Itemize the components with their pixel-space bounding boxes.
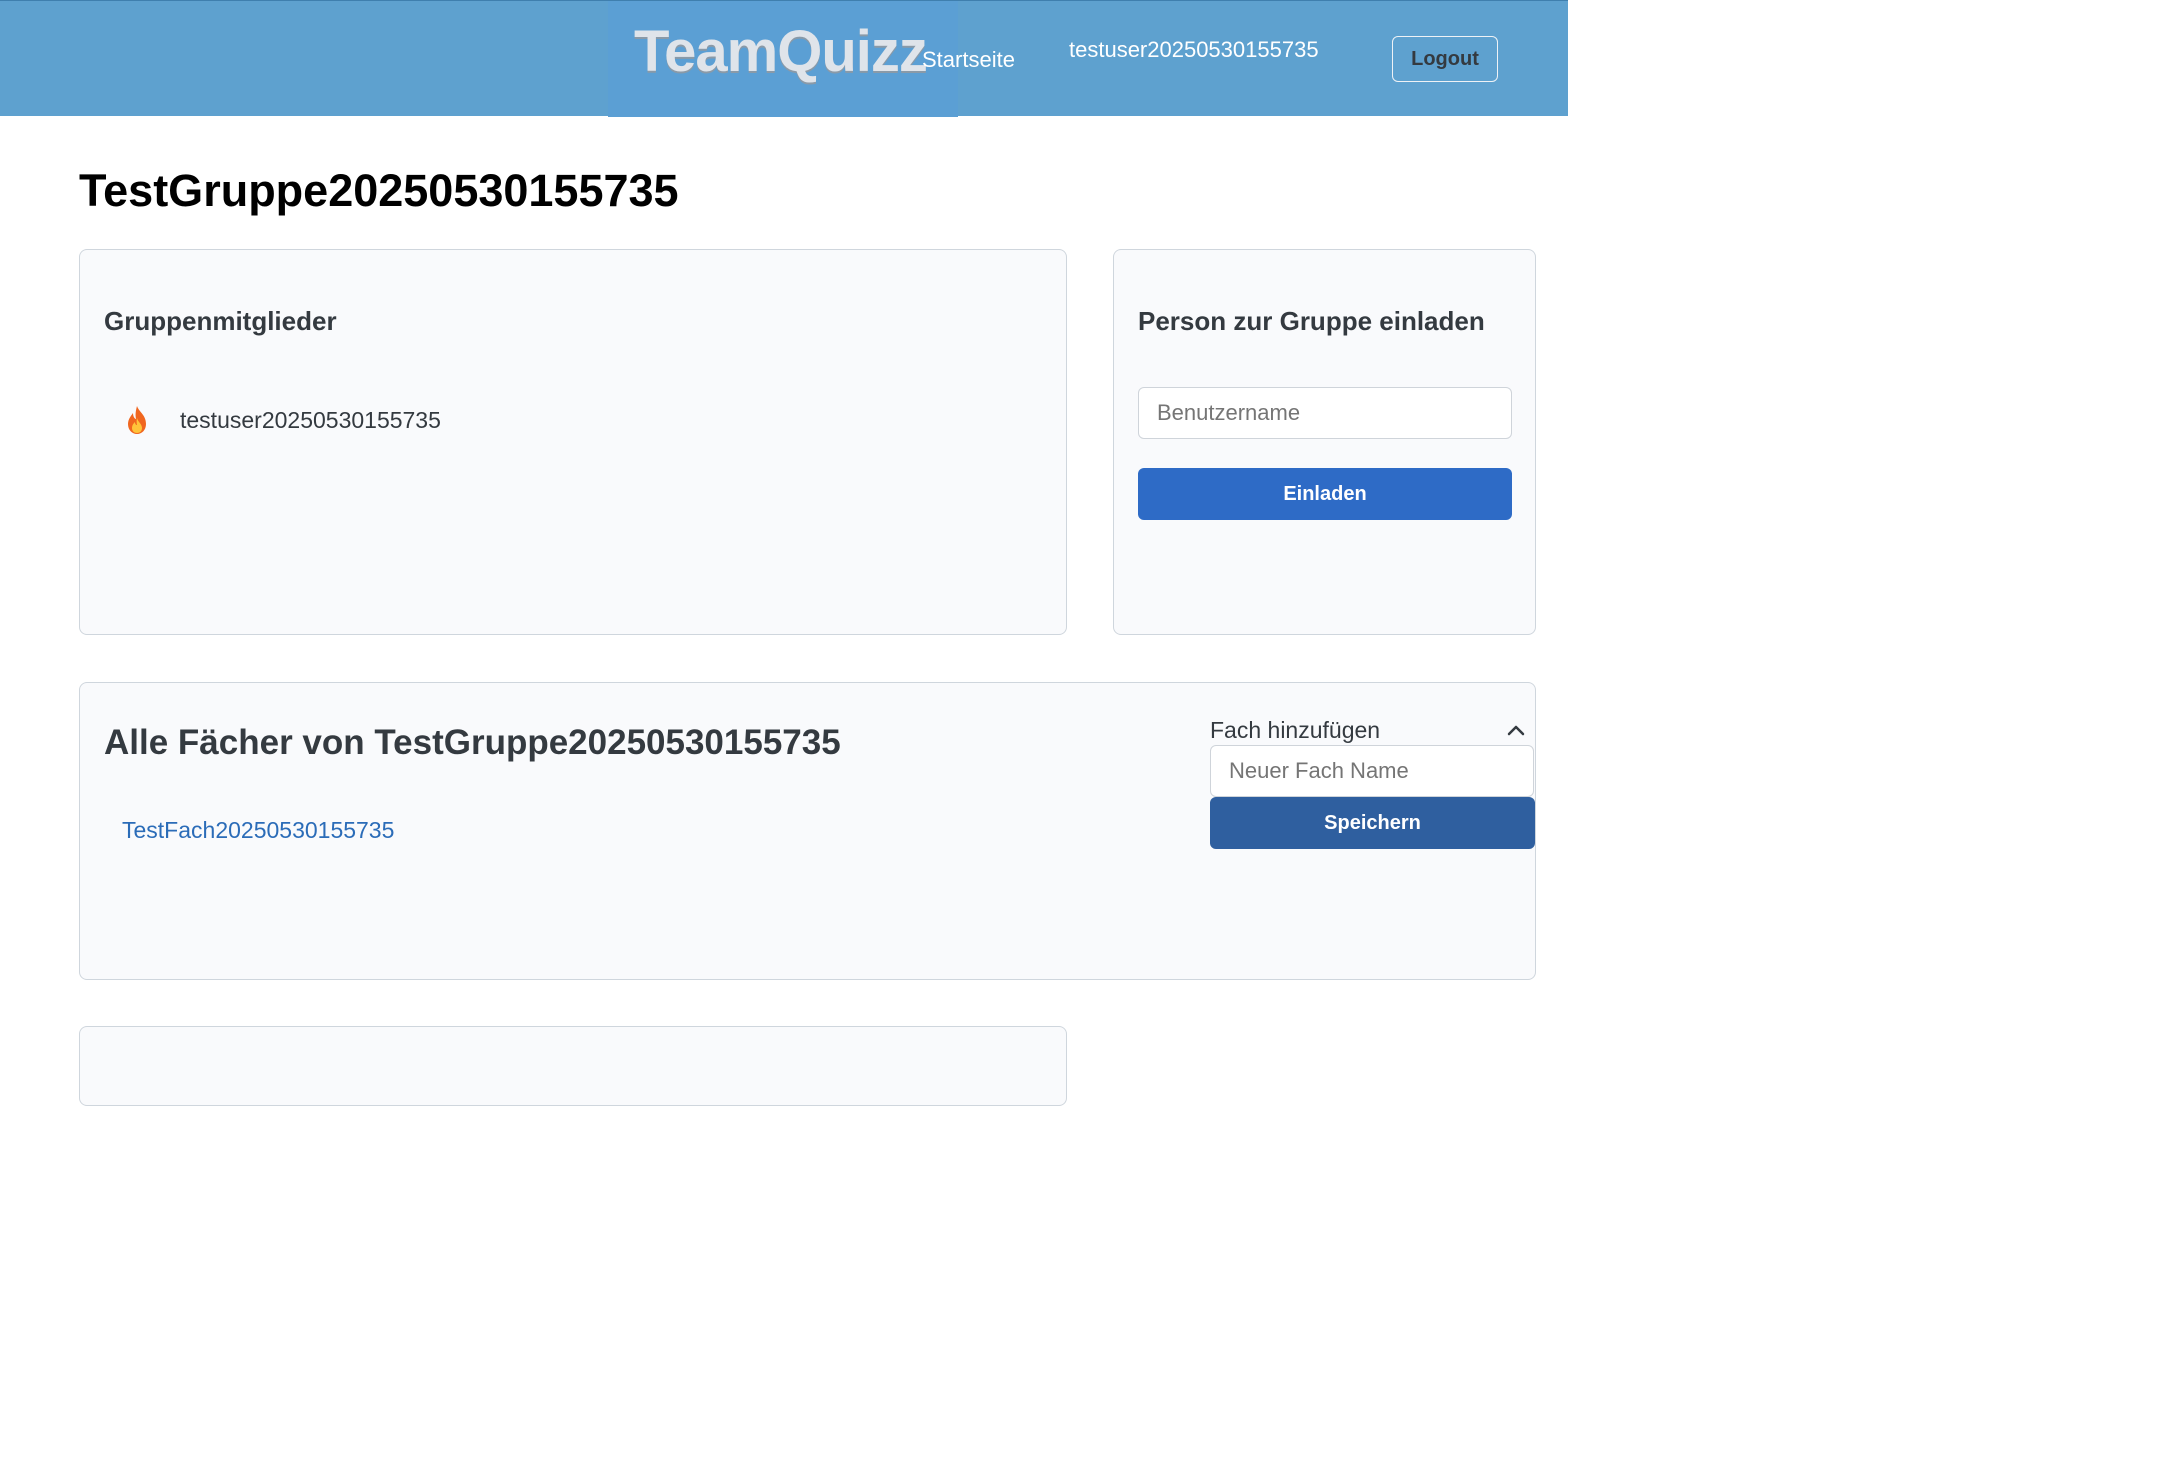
subjects-card: Alle Fächer von TestGruppe20250530155735… [79, 682, 1536, 980]
page-title: TestGruppe20250530155735 [79, 165, 679, 216]
new-subject-input[interactable] [1210, 745, 1534, 797]
nav-username: testuser20250530155735 [1069, 37, 1319, 62]
navbar: TeamQuizz Startseite testuser20250530155… [0, 0, 1568, 117]
subject-link[interactable]: TestFach20250530155735 [122, 817, 394, 844]
add-subject-label: Fach hinzufügen [1210, 716, 1381, 743]
nav-home-link[interactable]: Startseite [922, 47, 1015, 73]
member-name: testuser20250530155735 [180, 406, 441, 433]
members-card: Gruppenmitglieder testuser20250530155735 [79, 249, 1067, 635]
logout-button[interactable]: Logout [1392, 36, 1498, 82]
members-title: Gruppenmitglieder [104, 306, 337, 336]
add-subject-toggle[interactable]: Fach hinzufügen [1210, 713, 1536, 747]
brand-logo[interactable]: TeamQuizz [634, 23, 928, 81]
save-subject-button[interactable]: Speichern [1210, 797, 1535, 849]
fire-icon [128, 406, 146, 434]
invite-card: Person zur Gruppe einladen Einladen [1113, 249, 1536, 635]
invite-username-input[interactable] [1138, 387, 1512, 439]
bottom-card [79, 1026, 1067, 1106]
chevron-up-icon [1507, 725, 1525, 736]
invite-button[interactable]: Einladen [1138, 468, 1512, 520]
invite-title: Person zur Gruppe einladen [1138, 306, 1485, 336]
subjects-title: Alle Fächer von TestGruppe20250530155735 [104, 723, 841, 762]
member-list-item: testuser20250530155735 [124, 405, 441, 435]
